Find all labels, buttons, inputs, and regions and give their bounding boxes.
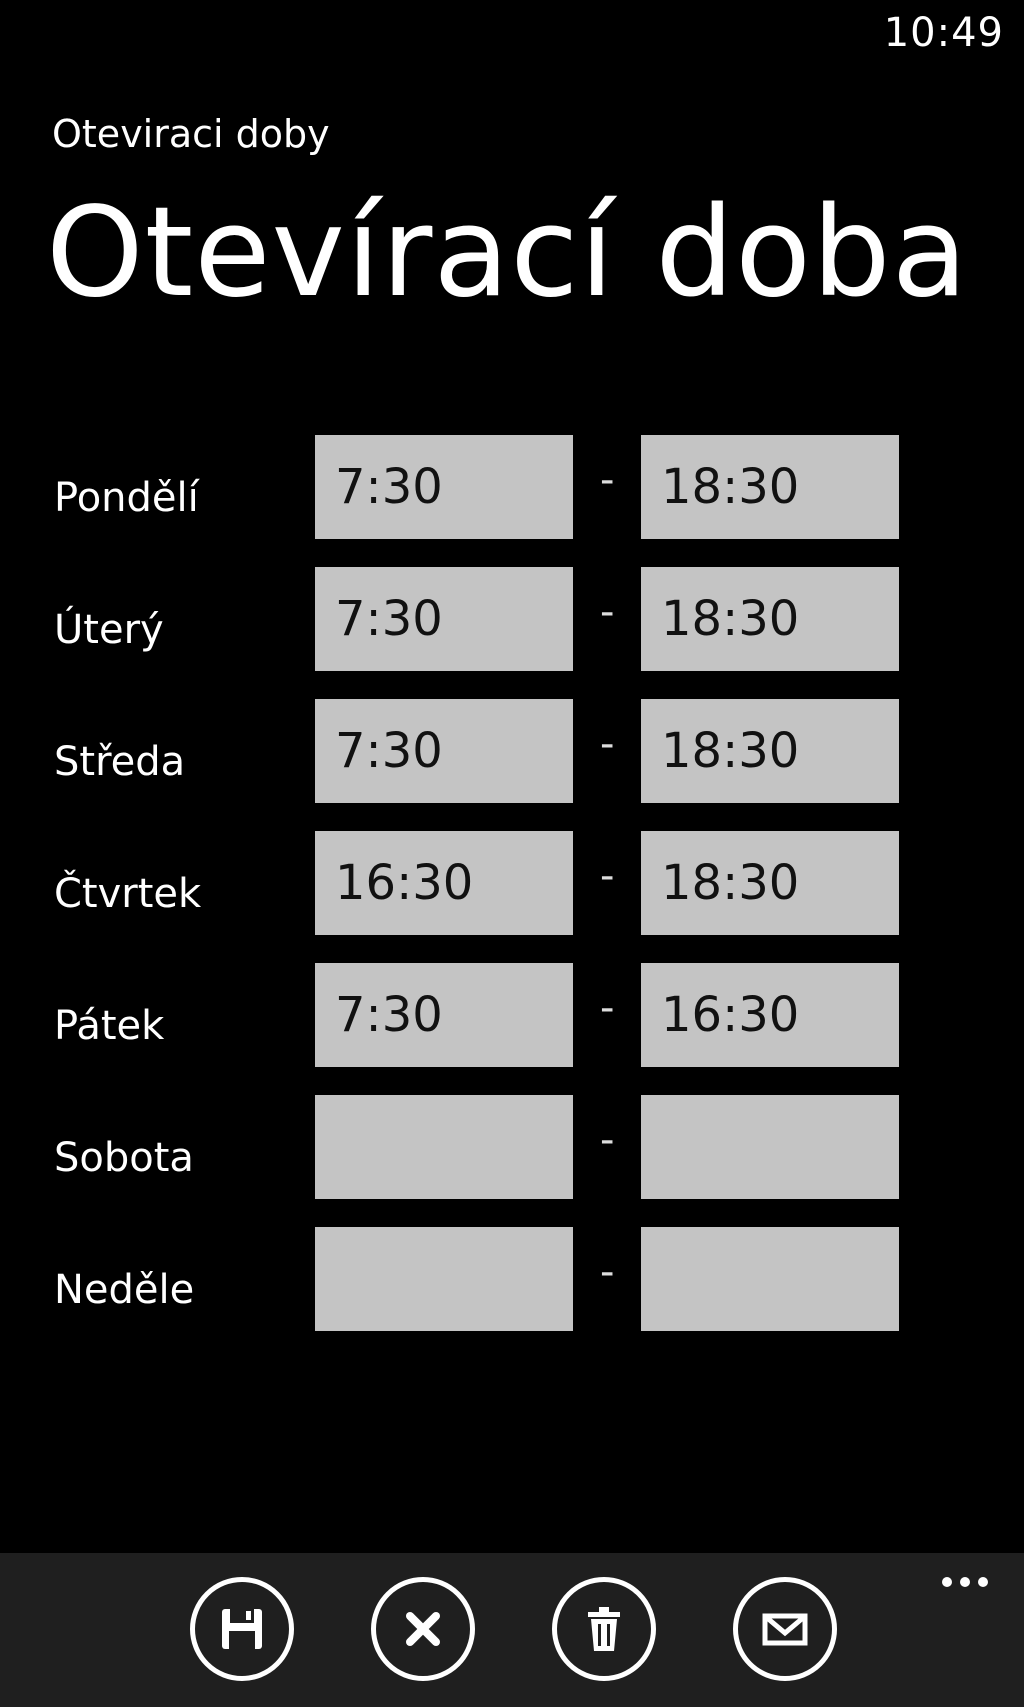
more-icon[interactable] xyxy=(942,1577,988,1587)
day-label: Čtvrtek xyxy=(54,871,202,917)
day-row-monday: Pondělí 7:30 - 18:30 xyxy=(0,435,1024,539)
open-time-field[interactable]: 7:30 xyxy=(315,567,573,671)
open-time-field[interactable]: 16:30 xyxy=(315,831,573,935)
range-separator: - xyxy=(600,721,615,767)
range-separator: - xyxy=(600,853,615,899)
day-row-saturday: Sobota - xyxy=(0,1095,1024,1199)
page-title: Otevírací doba xyxy=(46,181,969,325)
screen: 10:49 Oteviraci doby Otevírací doba Pond… xyxy=(0,0,1024,1707)
day-label: Neděle xyxy=(54,1267,195,1313)
day-row-wednesday: Středa 7:30 - 18:30 xyxy=(0,699,1024,803)
day-row-sunday: Neděle - xyxy=(0,1227,1024,1331)
day-row-tuesday: Úterý 7:30 - 18:30 xyxy=(0,567,1024,671)
close-time-field[interactable]: 16:30 xyxy=(641,963,899,1067)
open-time-field[interactable]: 7:30 xyxy=(315,435,573,539)
close-time-field[interactable] xyxy=(641,1095,899,1199)
range-separator: - xyxy=(600,1249,615,1295)
cancel-icon xyxy=(406,1612,440,1646)
range-separator: - xyxy=(600,1117,615,1163)
close-time-field[interactable]: 18:30 xyxy=(641,435,899,539)
close-time-field[interactable] xyxy=(641,1227,899,1331)
delete-icon xyxy=(588,1607,620,1651)
status-time: 10:49 xyxy=(883,10,1004,56)
close-time-field[interactable]: 18:30 xyxy=(641,699,899,803)
range-separator: - xyxy=(600,589,615,635)
cancel-button[interactable] xyxy=(371,1577,475,1681)
save-button[interactable] xyxy=(190,1577,294,1681)
day-label: Pátek xyxy=(54,1003,165,1049)
day-row-friday: Pátek 7:30 - 16:30 xyxy=(0,963,1024,1067)
save-icon xyxy=(222,1609,262,1649)
day-label: Úterý xyxy=(54,607,164,653)
open-time-field[interactable] xyxy=(315,1227,573,1331)
email-button[interactable] xyxy=(733,1577,837,1681)
range-separator: - xyxy=(600,457,615,503)
day-row-thursday: Čtvrtek 16:30 - 18:30 xyxy=(0,831,1024,935)
delete-button[interactable] xyxy=(552,1577,656,1681)
day-label: Středa xyxy=(54,739,186,785)
email-icon xyxy=(762,1613,808,1646)
day-label: Sobota xyxy=(54,1135,194,1181)
open-time-field[interactable]: 7:30 xyxy=(315,963,573,1067)
range-separator: - xyxy=(600,985,615,1031)
app-bar xyxy=(0,1553,1024,1707)
close-time-field[interactable]: 18:30 xyxy=(641,831,899,935)
day-label: Pondělí xyxy=(54,475,199,521)
close-time-field[interactable]: 18:30 xyxy=(641,567,899,671)
open-time-field[interactable]: 7:30 xyxy=(315,699,573,803)
open-time-field[interactable] xyxy=(315,1095,573,1199)
app-subtitle: Oteviraci doby xyxy=(52,112,330,156)
